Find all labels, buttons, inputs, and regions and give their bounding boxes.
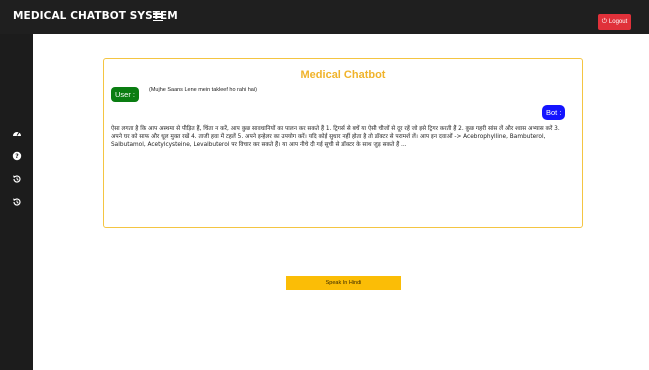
logout-label: Logout (608, 19, 628, 25)
svg-text:?: ? (15, 153, 19, 160)
history-icon[interactable] (12, 174, 22, 184)
logout-button[interactable]: ⏻ Logout (598, 14, 631, 30)
sidebar: ? (0, 34, 33, 370)
user-message: (Mujhe Saans Lene mein takleef ho rahi h… (149, 87, 257, 93)
chat-panel: Medical Chatbot User : (Mujhe Saans Lene… (103, 58, 583, 228)
speak-in-hindi-button[interactable]: Speak In Hindi (286, 276, 401, 290)
bot-badge: Bot : (542, 105, 566, 120)
top-navbar: MEDICAL CHATBOT SYSTEM ⏻ Logout (0, 0, 649, 34)
dashboard-icon[interactable] (12, 128, 22, 138)
chat-title: Medical Chatbot (300, 69, 386, 81)
power-icon: ⏻ (601, 17, 607, 25)
bot-message: ऐसा लगता है कि आप अस्थमा से पीड़ित हैं, … (111, 126, 560, 148)
menu-toggle-icon[interactable] (153, 13, 163, 22)
user-badge: User : (111, 87, 140, 102)
history-icon[interactable] (12, 197, 22, 207)
help-icon[interactable]: ? (12, 151, 22, 161)
